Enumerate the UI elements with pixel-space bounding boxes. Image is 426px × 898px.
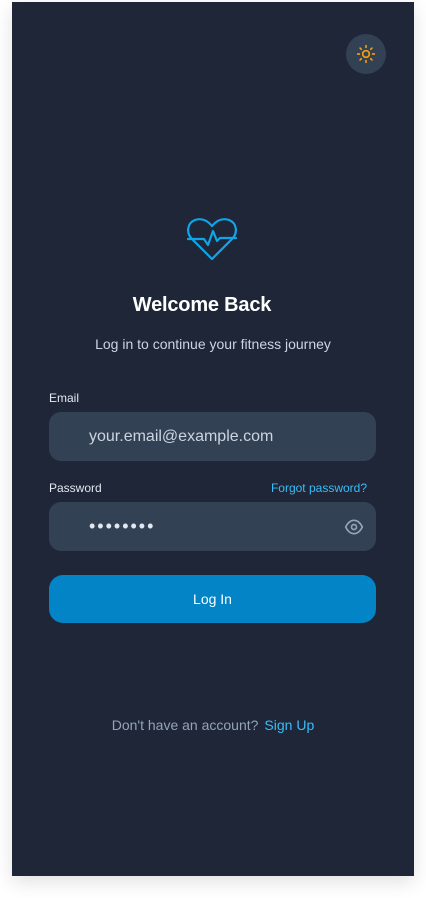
eye-icon[interactable] <box>344 517 364 537</box>
page-title: Welcome Back <box>132 294 272 316</box>
email-label: Email <box>49 391 80 405</box>
email-field-container <box>49 412 376 461</box>
password-field-container <box>49 502 376 551</box>
heart-pulse-icon <box>186 218 238 261</box>
signup-prompt: Don't have an account? <box>111 717 259 733</box>
page-subtitle: Log in to continue your fitness journey <box>95 336 331 352</box>
forgot-password-link[interactable]: Forgot password? <box>271 481 367 495</box>
login-button[interactable]: Log In <box>49 575 376 623</box>
sun-icon <box>356 44 376 64</box>
theme-toggle-button[interactable] <box>346 34 386 74</box>
password-field[interactable] <box>89 502 329 551</box>
email-field[interactable] <box>89 412 329 461</box>
signup-link[interactable]: Sign Up <box>264 717 314 733</box>
password-label: Password <box>49 481 102 495</box>
signup-row: Don't have an account? Sign Up <box>12 717 414 733</box>
login-screen: Welcome Back Log in to continue your fit… <box>12 2 414 876</box>
